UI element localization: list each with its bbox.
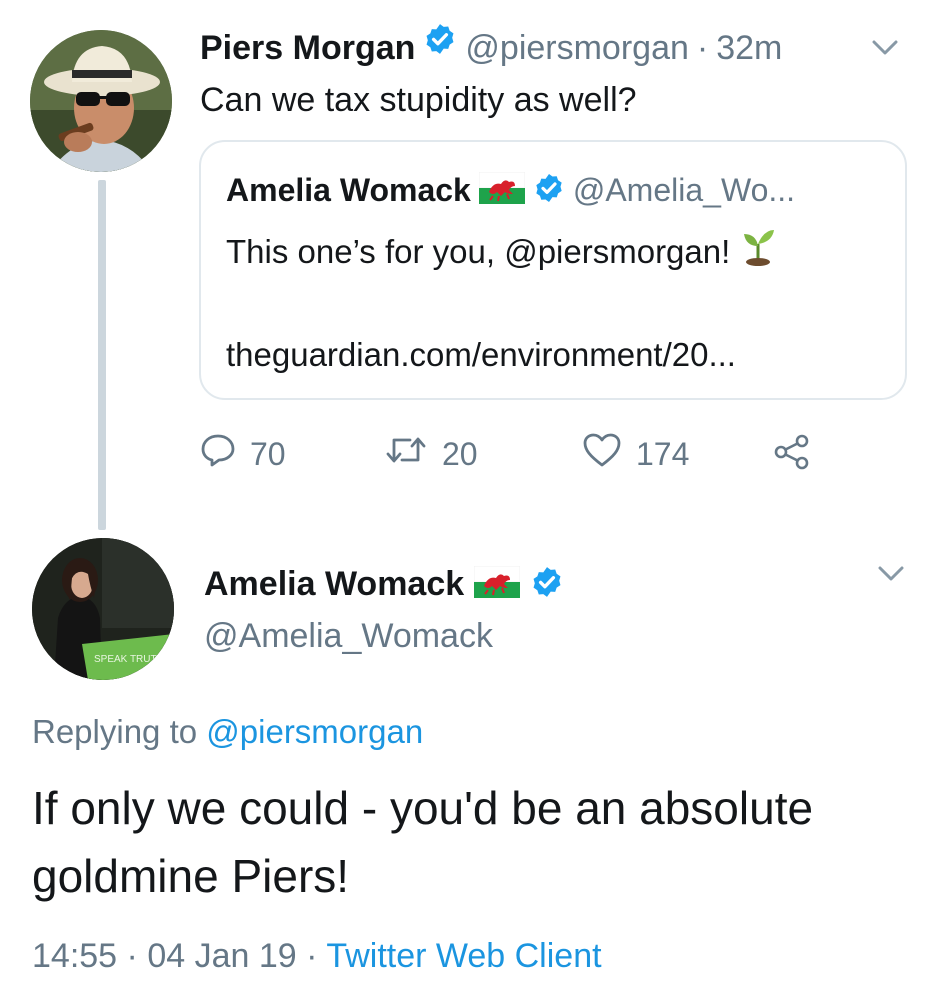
chevron-down-icon[interactable] <box>876 562 906 589</box>
quoted-tweet-text: This one’s for you, @piersmorgan! <box>226 232 731 270</box>
avatar-piers-morgan[interactable] <box>30 30 172 172</box>
separator-dot: · <box>696 29 709 67</box>
avatar-photo-icon: SPEAK TRUTH <box>32 538 174 680</box>
avatar-amelia-womack[interactable]: SPEAK TRUTH <box>32 538 174 680</box>
replying-to-mention[interactable]: @piersmorgan <box>206 713 423 750</box>
verified-badge-icon <box>533 172 565 209</box>
reply-button[interactable]: 70 <box>200 432 286 476</box>
tweet-client-link[interactable]: Twitter Web Client <box>326 937 601 975</box>
tweet-header: Piers Morgan @piersmorgan · 32m <box>200 24 782 70</box>
quoted-tweet-text-row: This one’s for you, @piersmorgan! <box>226 226 776 277</box>
user-handle[interactable]: @Amelia_Womack <box>204 614 493 658</box>
separator-dot: · <box>306 937 318 975</box>
svg-text:SPEAK TRUTH: SPEAK TRUTH <box>94 654 164 665</box>
tweet-timestamp[interactable]: 32m <box>716 26 782 70</box>
retweet-button[interactable]: 20 <box>384 432 478 476</box>
tweet-header: Amelia Womack <box>204 562 564 606</box>
share-button[interactable] <box>772 434 812 478</box>
tweet-date[interactable]: 04 Jan 19 <box>147 937 296 975</box>
like-button[interactable]: 174 <box>582 432 689 476</box>
user-handle[interactable]: @piersmorgan <box>465 26 689 70</box>
like-count: 174 <box>636 435 690 472</box>
separator-dot: · <box>126 937 138 975</box>
thread-connector-line <box>98 180 106 530</box>
retweet-icon <box>384 432 428 476</box>
replying-to-label: Replying to <box>32 713 198 750</box>
display-name[interactable]: Piers Morgan <box>200 26 415 70</box>
welsh-flag-icon <box>473 565 521 603</box>
heart-icon <box>582 432 622 476</box>
share-icon <box>772 434 812 478</box>
quoted-tweet-header: Amelia Womack @Amelia_Wo... <box>226 168 795 212</box>
tweet-time[interactable]: 14:55 <box>32 937 117 975</box>
display-name[interactable]: Amelia Womack <box>204 565 464 604</box>
tweet-text: If only we could - you'd be an absolute … <box>32 782 814 902</box>
reply-count: 70 <box>250 435 286 472</box>
quoted-display-name: Amelia Womack <box>226 171 471 208</box>
avatar-photo-icon <box>30 30 172 172</box>
reply-icon <box>200 432 236 476</box>
verified-badge-icon <box>530 565 564 604</box>
quoted-user-handle: @Amelia_Wo... <box>572 171 796 208</box>
tweet-text: Can we tax stupidity as well? <box>200 81 637 119</box>
verified-badge-icon <box>423 22 457 74</box>
replying-to-line: Replying to @piersmorgan <box>32 710 423 754</box>
retweet-count: 20 <box>442 435 478 472</box>
tweet-meta: 14:55 · 04 Jan 19 · Twitter Web Client <box>32 934 602 978</box>
quoted-tweet-link[interactable]: theguardian.com/environment/20... <box>226 333 736 377</box>
chevron-down-icon[interactable] <box>870 36 900 63</box>
welsh-flag-icon <box>478 171 526 209</box>
seedling-icon <box>740 226 776 277</box>
